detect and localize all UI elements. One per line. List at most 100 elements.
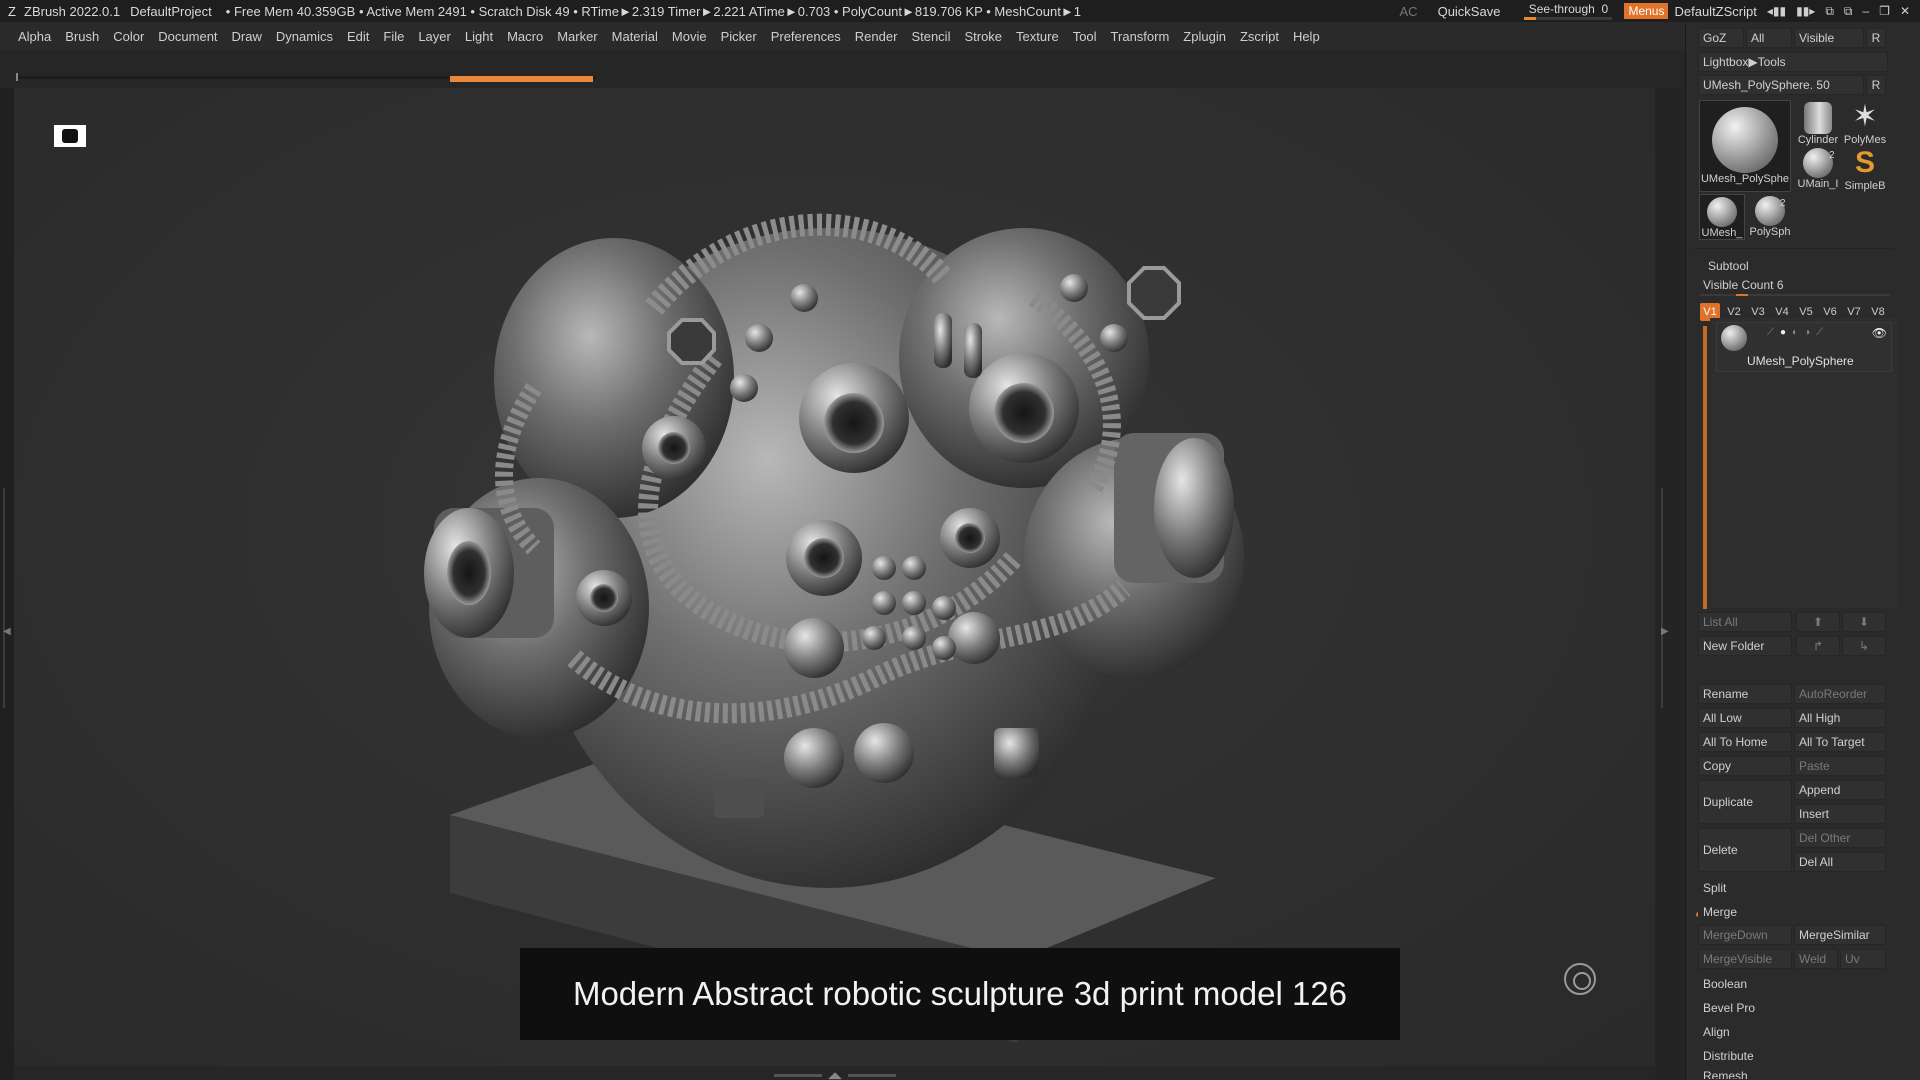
- menu-movie[interactable]: Movie: [672, 29, 707, 44]
- distribute-section[interactable]: Distribute: [1698, 1046, 1886, 1066]
- default-zscript-button[interactable]: DefaultZScript: [1674, 4, 1756, 19]
- expand-bottom-icon[interactable]: ◢◣: [828, 1070, 842, 1080]
- remesh-section[interactable]: Remesh: [1698, 1068, 1886, 1080]
- goz-button[interactable]: GoZ: [1698, 28, 1744, 48]
- layout-right-icon[interactable]: ▮▮▸: [1796, 4, 1815, 18]
- menu-material[interactable]: Material: [612, 29, 658, 44]
- menu-preferences[interactable]: Preferences: [771, 29, 841, 44]
- menu-render[interactable]: Render: [855, 29, 898, 44]
- quicksave-button[interactable]: QuickSave: [1438, 4, 1501, 19]
- stroke-icon[interactable]: ⟋: [1816, 327, 1823, 338]
- rename-button[interactable]: Rename: [1698, 684, 1792, 704]
- arrow-down-right-icon[interactable]: ↳: [1842, 636, 1886, 656]
- material-icon[interactable]: ◐: [1792, 327, 1798, 338]
- split-section[interactable]: Split: [1698, 878, 1886, 898]
- menu-brush[interactable]: Brush: [65, 29, 99, 44]
- right-tray-grip[interactable]: [1661, 488, 1667, 708]
- menu-macro[interactable]: Macro: [507, 29, 543, 44]
- new-folder-button[interactable]: New Folder: [1698, 636, 1792, 656]
- weld-button[interactable]: Weld: [1794, 949, 1838, 969]
- all-high-button[interactable]: All High: [1794, 708, 1886, 728]
- ac-toggle[interactable]: AC: [1400, 4, 1418, 19]
- left-tray[interactable]: ◀: [0, 88, 14, 1080]
- ui-layout-icon[interactable]: ⧉: [1825, 4, 1834, 19]
- all-low-button[interactable]: All Low: [1698, 708, 1792, 728]
- left-tray-grip[interactable]: [3, 488, 9, 708]
- mergevisible-button[interactable]: MergeVisible: [1698, 949, 1792, 969]
- visible-count-label[interactable]: Visible Count 6: [1703, 278, 1784, 292]
- all-to-home-button[interactable]: All To Home: [1698, 732, 1792, 752]
- layout-left-icon[interactable]: ◂▮▮: [1767, 4, 1786, 18]
- tool-simplebrush[interactable]: S SimpleB: [1842, 146, 1888, 192]
- boolean-section[interactable]: Boolean: [1698, 974, 1886, 994]
- menu-color[interactable]: Color: [113, 29, 144, 44]
- menus-button[interactable]: Menus: [1624, 3, 1669, 19]
- dynamics-icon[interactable]: ◑: [1804, 327, 1810, 338]
- delete-button[interactable]: Delete: [1698, 828, 1792, 872]
- menu-texture[interactable]: Texture: [1016, 29, 1059, 44]
- menu-zscript[interactable]: Zscript: [1240, 29, 1279, 44]
- insert-button[interactable]: Insert: [1794, 804, 1886, 824]
- menu-layer[interactable]: Layer: [418, 29, 451, 44]
- menu-edit[interactable]: Edit: [347, 29, 369, 44]
- menu-document[interactable]: Document: [158, 29, 217, 44]
- move-down-icon[interactable]: ⬇: [1842, 612, 1886, 632]
- menu-help[interactable]: Help: [1293, 29, 1320, 44]
- visible-count-knob[interactable]: [1736, 294, 1748, 296]
- menu-picker[interactable]: Picker: [721, 29, 757, 44]
- menu-file[interactable]: File: [383, 29, 404, 44]
- del-all-button[interactable]: Del All: [1794, 852, 1886, 872]
- align-section[interactable]: Align: [1698, 1022, 1886, 1042]
- tool-polymesh[interactable]: ✶ PolyMes: [1842, 100, 1888, 146]
- menu-stroke[interactable]: Stroke: [964, 29, 1002, 44]
- subtool-scrollbar[interactable]: [1703, 326, 1707, 609]
- tool-polysph[interactable]: PolySph: [1747, 194, 1793, 240]
- append-button[interactable]: Append: [1794, 780, 1886, 800]
- close-icon[interactable]: ✕: [1900, 4, 1910, 18]
- merge-section[interactable]: Merge: [1698, 902, 1886, 922]
- menu-light[interactable]: Light: [465, 29, 493, 44]
- expand-right-icon[interactable]: ▶: [1661, 626, 1669, 637]
- eye-icon[interactable]: 👁: [1872, 326, 1887, 340]
- canvas-viewport[interactable]: Modern Abstract robotic sculpture 3d pri…: [14, 88, 1655, 1066]
- all-button[interactable]: All: [1746, 28, 1792, 48]
- tool-umesh[interactable]: UMesh_: [1699, 194, 1745, 240]
- bevel-pro-section[interactable]: Bevel Pro: [1698, 998, 1886, 1018]
- copy-button[interactable]: Copy: [1698, 756, 1792, 776]
- autoreorder-button[interactable]: AutoReorder: [1794, 684, 1886, 704]
- menu-zplugin[interactable]: Zplugin: [1183, 29, 1226, 44]
- rotate-gizmo-icon[interactable]: [1564, 963, 1596, 995]
- menu-transform[interactable]: Transform: [1111, 29, 1170, 44]
- goz-r-button[interactable]: R: [1866, 28, 1886, 48]
- brush-icon[interactable]: ⟋: [1767, 327, 1774, 338]
- subtool-title[interactable]: Subtool: [1708, 259, 1749, 273]
- list-all-button[interactable]: List All: [1698, 612, 1792, 632]
- menu-alpha[interactable]: Alpha: [18, 29, 51, 44]
- right-tray-gutter[interactable]: ▶: [1655, 88, 1685, 1080]
- menu-draw[interactable]: Draw: [232, 29, 262, 44]
- visible-button[interactable]: Visible: [1794, 28, 1864, 48]
- uv-button[interactable]: Uv: [1840, 949, 1886, 969]
- menu-marker[interactable]: Marker: [557, 29, 597, 44]
- menu-tool[interactable]: Tool: [1073, 29, 1097, 44]
- minimize-icon[interactable]: –: [1862, 4, 1869, 18]
- project-name[interactable]: DefaultProject: [130, 4, 212, 19]
- duplicate-button[interactable]: Duplicate: [1698, 780, 1792, 824]
- move-up-icon[interactable]: ⬆: [1796, 612, 1840, 632]
- tool-cylinder[interactable]: Cylinder: [1795, 100, 1841, 146]
- bottom-tray-handle[interactable]: ◢◣: [770, 1070, 900, 1080]
- subtool-item[interactable]: ⟋ ● ◐ ◑ ⟋ 👁 UMesh_PolySphere: [1716, 322, 1892, 372]
- lightbox-tools-button[interactable]: Lightbox▶Tools: [1698, 52, 1888, 72]
- expand-left-icon[interactable]: ◀: [3, 626, 11, 637]
- paste-button[interactable]: Paste: [1794, 756, 1886, 776]
- mergesimilar-button[interactable]: MergeSimilar: [1794, 925, 1886, 945]
- see-through-slider[interactable]: See-through 0: [1522, 2, 1614, 20]
- ui-layout2-icon[interactable]: ⧉: [1844, 4, 1853, 19]
- tool-r-button[interactable]: R: [1866, 75, 1886, 95]
- all-to-target-button[interactable]: All To Target: [1794, 732, 1886, 752]
- menu-stencil[interactable]: Stencil: [911, 29, 950, 44]
- restore-icon[interactable]: ❐: [1879, 4, 1890, 18]
- arrow-up-right-icon[interactable]: ↱: [1796, 636, 1840, 656]
- tool-thumb-main[interactable]: UMesh_PolySphe: [1699, 100, 1791, 192]
- polypaint-icon[interactable]: ●: [1780, 327, 1786, 338]
